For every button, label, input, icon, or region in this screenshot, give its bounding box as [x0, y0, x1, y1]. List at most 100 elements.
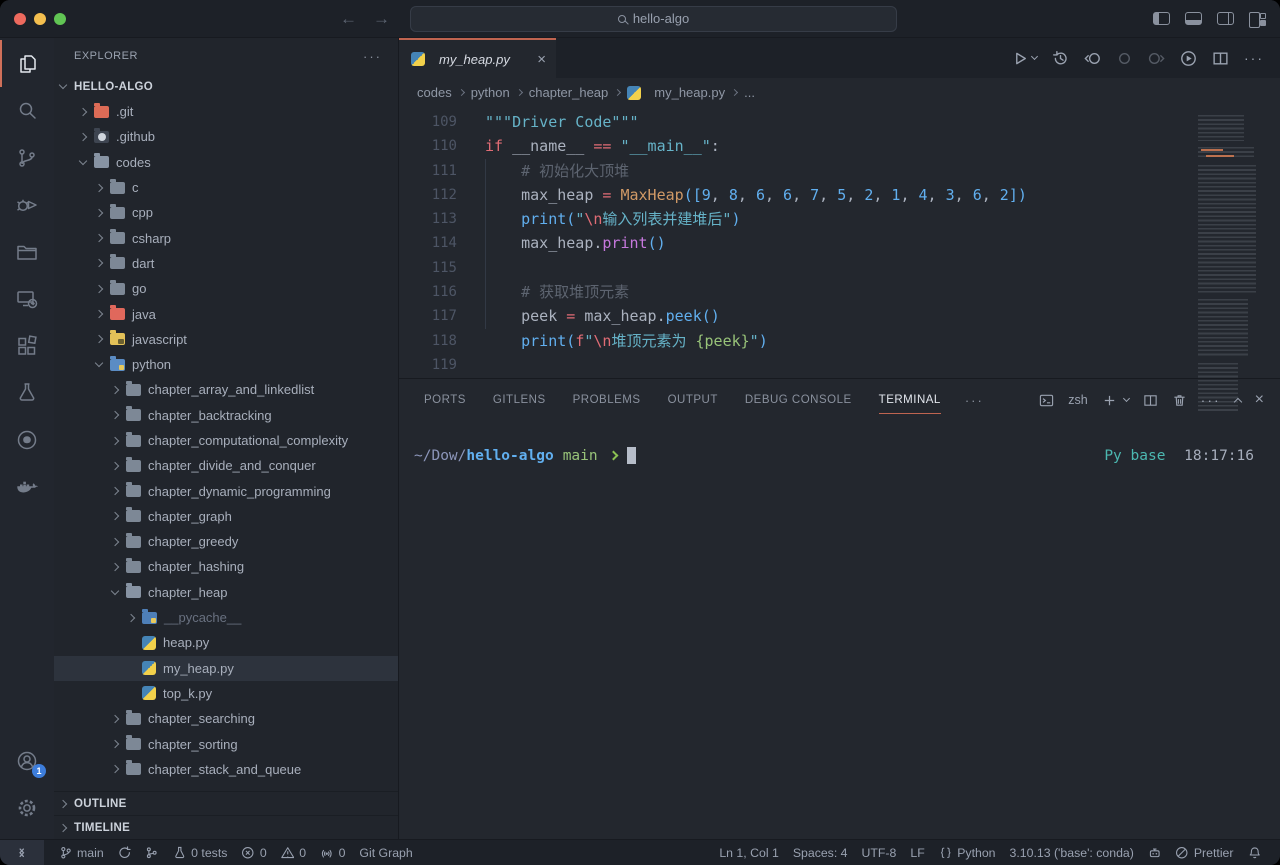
tree-item-chapter_stack_and_queue[interactable]: chapter_stack_and_queue	[54, 757, 398, 782]
sidebar-section-outline[interactable]: OUTLINE	[54, 791, 398, 815]
code-line-116[interactable]: 116 # 获取堆顶元素	[399, 280, 1280, 304]
tree-item-.github[interactable]: .github	[54, 124, 398, 149]
tree-item-chapter_dynamic_programming[interactable]: chapter_dynamic_programming	[54, 478, 398, 503]
code-line-115[interactable]: 115	[399, 256, 1280, 280]
tree-item-top_k.py[interactable]: top_k.py	[54, 681, 398, 706]
tree-item-chapter_backtracking[interactable]: chapter_backtracking	[54, 403, 398, 428]
tree-item-cpp[interactable]: cpp	[54, 200, 398, 225]
tree-item-go[interactable]: go	[54, 276, 398, 301]
split-editor-icon[interactable]	[1212, 50, 1229, 67]
run-debug-icon[interactable]	[0, 181, 54, 228]
tab-my-heap-py[interactable]: my_heap.py ×	[399, 38, 556, 78]
tree-item-chapter_computational_complexity[interactable]: chapter_computational_complexity	[54, 428, 398, 453]
status-tests[interactable]: 0 tests	[166, 840, 235, 865]
run-python-file-icon[interactable]	[1012, 50, 1037, 67]
tree-item-python[interactable]: python	[54, 352, 398, 377]
extensions-icon[interactable]	[0, 322, 54, 369]
status-copilot[interactable]	[1141, 840, 1169, 865]
status-errors[interactable]: 0	[234, 840, 273, 865]
tree-item-chapter_heap[interactable]: chapter_heap	[54, 580, 398, 605]
status-cursor-position[interactable]: Ln 1, Col 1	[712, 840, 785, 865]
code-line-119[interactable]: 119	[399, 353, 1280, 377]
breadcrumb-item-...[interactable]: ...	[744, 85, 755, 100]
explorer-icon[interactable]	[0, 40, 54, 87]
tree-item-chapter_divide_and_conquer[interactable]: chapter_divide_and_conquer	[54, 453, 398, 478]
status-interpreter[interactable]: 3.10.13 ('base': conda)	[1003, 840, 1141, 865]
status-remote[interactable]	[0, 840, 44, 865]
customize-layout-icon[interactable]	[1249, 12, 1266, 26]
breadcrumb-item-my_heap.py[interactable]: my_heap.py	[627, 85, 725, 100]
status-encoding[interactable]: UTF-8	[855, 840, 904, 865]
tree-root-hello-algo[interactable]: HELLO-ALGO	[54, 74, 398, 99]
toggle-secondary-sidebar-icon[interactable]	[1217, 12, 1234, 25]
maximize-window-button[interactable]	[54, 13, 66, 25]
panel-tab-ports[interactable]: PORTS	[424, 379, 466, 421]
remote-explorer-icon[interactable]	[0, 275, 54, 322]
new-terminal-icon[interactable]	[1102, 393, 1129, 408]
minimap[interactable]	[1198, 109, 1268, 434]
status-git-graph[interactable]: Git Graph	[352, 840, 419, 865]
search-view-icon[interactable]	[0, 87, 54, 134]
toggle-panel-icon[interactable]	[1185, 12, 1202, 25]
status-eol[interactable]: LF	[903, 840, 931, 865]
github-icon[interactable]	[0, 416, 54, 463]
editor-more-actions-icon[interactable]: ···	[1244, 50, 1264, 66]
breadcrumb-item-chapter_heap[interactable]: chapter_heap	[529, 85, 609, 100]
terminal[interactable]: ~/Dow/hello-algomain Py base 18:17:16	[399, 421, 1280, 839]
tree-item-c[interactable]: c	[54, 175, 398, 200]
panel-tab-terminal[interactable]: TERMINAL	[879, 379, 941, 421]
project-manager-icon[interactable]	[0, 228, 54, 275]
toggle-sidebar-icon[interactable]	[1153, 12, 1170, 25]
code-line-112[interactable]: 112 max_heap = MaxHeap([9, 8, 6, 6, 7, 5…	[399, 183, 1280, 207]
panel-tab-gitlens[interactable]: GITLENS	[493, 379, 546, 421]
tree-item-chapter_searching[interactable]: chapter_searching	[54, 706, 398, 731]
tree-item-java[interactable]: java	[54, 301, 398, 326]
run-dropdown-icon[interactable]	[1031, 53, 1038, 60]
breadcrumb-item-python[interactable]: python	[471, 85, 510, 100]
settings-gear-icon[interactable]	[0, 784, 54, 831]
tree-item-chapter_graph[interactable]: chapter_graph	[54, 504, 398, 529]
status-language[interactable]: Python	[932, 840, 1003, 865]
tree-item-chapter_hashing[interactable]: chapter_hashing	[54, 554, 398, 579]
accounts-icon[interactable]: 1	[0, 737, 54, 784]
code-line-117[interactable]: 117 peek = max_heap.peek()	[399, 304, 1280, 328]
split-terminal-icon[interactable]	[1143, 393, 1158, 408]
gitlens-compare-icon[interactable]	[1116, 50, 1133, 67]
status-sync[interactable]	[111, 840, 139, 865]
testing-icon[interactable]	[0, 369, 54, 416]
code-line-111[interactable]: 111 # 初始化大顶堆	[399, 159, 1280, 183]
panel-more-tabs-icon[interactable]: ···	[965, 393, 984, 408]
panel-tab-debug-console[interactable]: DEBUG CONSOLE	[745, 379, 852, 421]
tree-item-chapter_sorting[interactable]: chapter_sorting	[54, 731, 398, 756]
code-line-118[interactable]: 118 print(f"\n堆顶元素为 {peek}")	[399, 329, 1280, 353]
tree-item-csharp[interactable]: csharp	[54, 225, 398, 250]
status-git-graph-icon[interactable]	[138, 840, 166, 865]
status-warnings[interactable]: 0	[274, 840, 313, 865]
tree-item-javascript[interactable]: javascript	[54, 327, 398, 352]
sidebar-section-timeline[interactable]: TIMELINE	[54, 815, 398, 839]
tree-item-dart[interactable]: dart	[54, 251, 398, 276]
panel-tab-output[interactable]: OUTPUT	[668, 379, 718, 421]
close-tab-icon[interactable]: ×	[537, 51, 546, 68]
tree-item-chapter_greedy[interactable]: chapter_greedy	[54, 529, 398, 554]
tree-item-codes[interactable]: codes	[54, 150, 398, 175]
status-branch[interactable]: main	[52, 840, 111, 865]
status-prettier[interactable]: Prettier	[1168, 840, 1240, 865]
breadcrumb-item-codes[interactable]: codes	[417, 85, 452, 100]
source-control-icon[interactable]	[0, 134, 54, 181]
code-editor[interactable]: 109"""Driver Code"""110if __name__ == "_…	[399, 107, 1280, 378]
timeline-history-icon[interactable]	[1052, 50, 1069, 67]
run-profile-icon[interactable]	[1180, 50, 1197, 67]
tree-item-my_heap.py[interactable]: my_heap.py	[54, 656, 398, 681]
terminal-dropdown-icon[interactable]	[1123, 395, 1130, 402]
gitlens-forward-icon[interactable]	[1148, 50, 1165, 67]
explorer-more-actions-icon[interactable]: ···	[363, 49, 382, 64]
status-ports[interactable]: 0	[313, 840, 352, 865]
status-notifications[interactable]	[1241, 840, 1269, 865]
code-line-110[interactable]: 110if __name__ == "__main__":	[399, 134, 1280, 158]
navigate-back-icon[interactable]: ←	[340, 9, 357, 29]
close-window-button[interactable]	[14, 13, 26, 25]
code-line-109[interactable]: 109"""Driver Code"""	[399, 110, 1280, 134]
tree-item-.git[interactable]: .git	[54, 99, 398, 124]
minimize-window-button[interactable]	[34, 13, 46, 25]
